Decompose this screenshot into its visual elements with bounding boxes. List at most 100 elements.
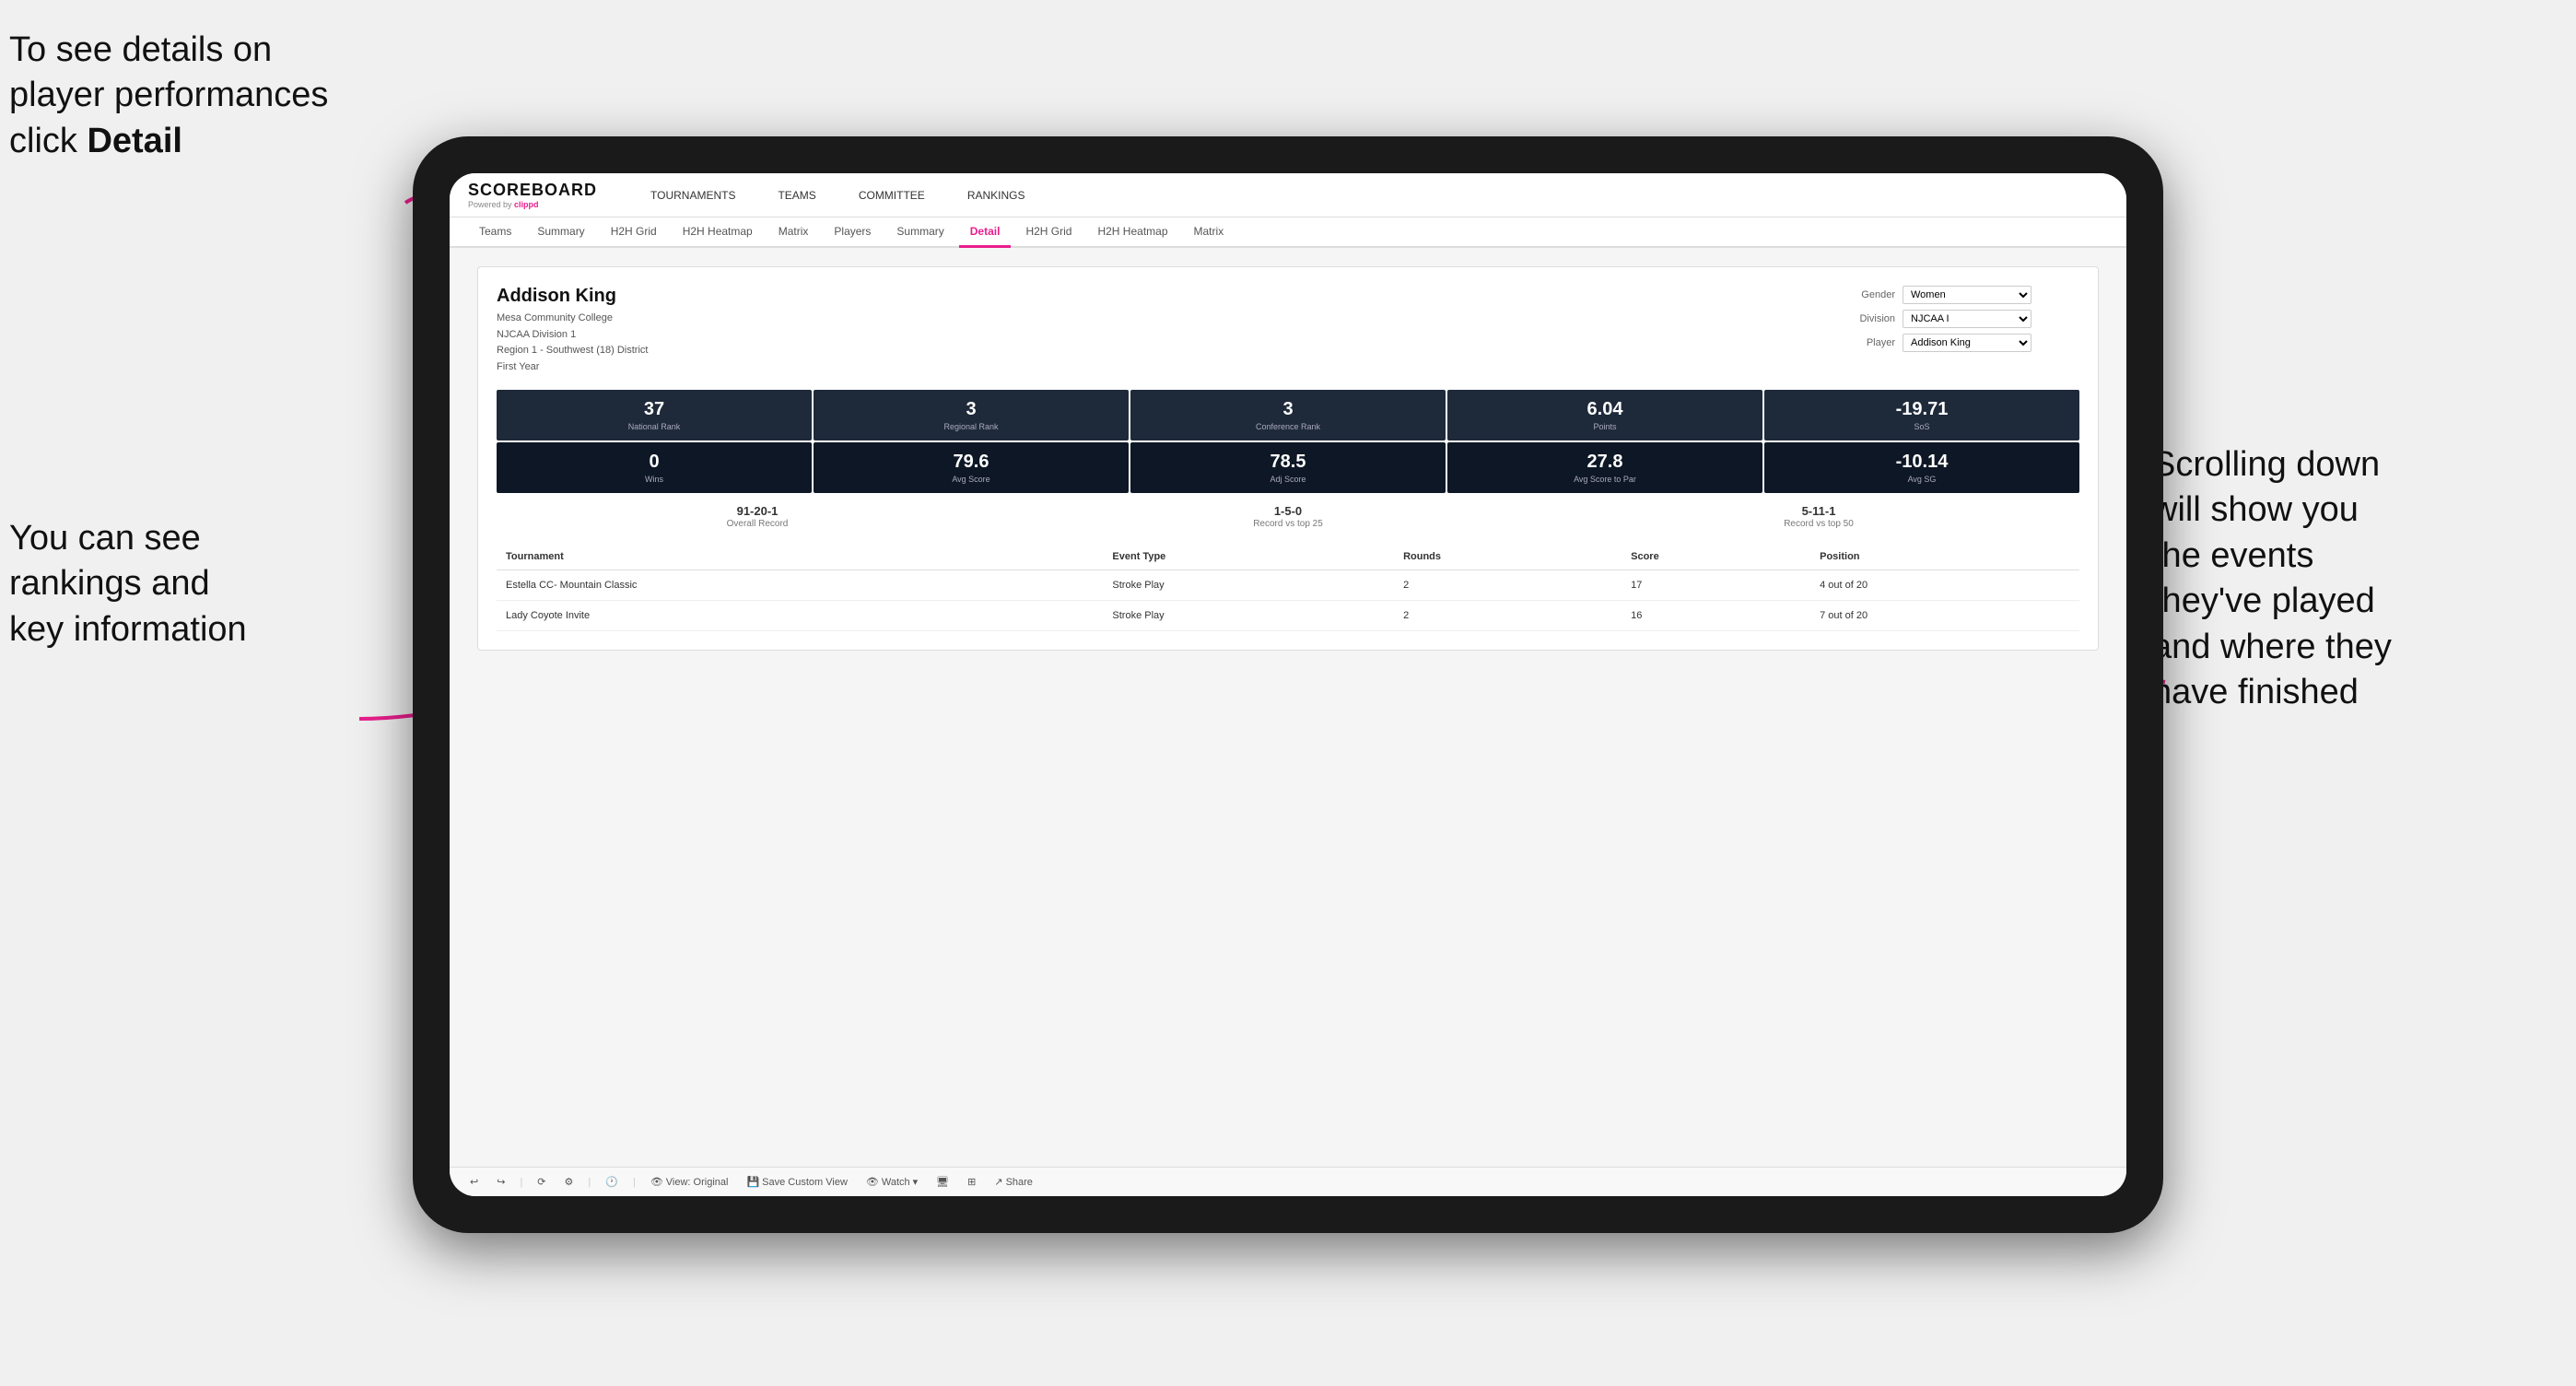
redo-button[interactable]: ↪ <box>491 1173 510 1191</box>
row1-rounds: 2 <box>1394 570 1622 601</box>
player-info: Addison King Mesa Community College NJCA… <box>497 286 648 375</box>
watch-button[interactable]: 👁 Watch ▾ <box>861 1173 923 1191</box>
row2-rounds: 2 <box>1394 601 1622 631</box>
tab-players[interactable]: Players <box>823 217 882 248</box>
row1-tournament: Estella CC- Mountain Classic <box>497 570 1103 601</box>
stat-points: 6.04 Points <box>1447 390 1762 440</box>
toolbar-sep1: | <box>520 1177 522 1188</box>
table-row[interactable]: Estella CC- Mountain Classic Stroke Play… <box>497 570 2079 601</box>
annot-tl-line3-pre: click <box>9 122 87 160</box>
annot-r-line4: they've played <box>2152 581 2375 620</box>
stat-adj-score-value: 78.5 <box>1138 452 1438 473</box>
tab-matrix2[interactable]: Matrix <box>1183 217 1235 248</box>
division-label: Division <box>1840 313 1895 324</box>
sub-nav: Teams Summary H2H Grid H2H Heatmap Matri… <box>450 217 2126 248</box>
gender-label: Gender <box>1840 289 1895 300</box>
nav-tournaments[interactable]: TOURNAMENTS <box>643 185 743 206</box>
annot-bl-line2: rankings and <box>9 564 210 603</box>
clock-button[interactable]: 🕐 <box>600 1173 624 1191</box>
logo-clippd: clippd <box>514 200 539 209</box>
table-row[interactable]: Lady Coyote Invite Stroke Play 2 16 7 ou… <box>497 601 2079 631</box>
player-select[interactable]: Addison King <box>1903 334 2032 352</box>
undo-button[interactable]: ↩ <box>464 1173 484 1191</box>
annot-bl-line1: You can see <box>9 519 201 558</box>
app-container: SCOREBOARD Powered by clippd TOURNAMENTS… <box>450 173 2126 1196</box>
tab-teams[interactable]: Teams <box>468 217 522 248</box>
row1-event-type: Stroke Play <box>1103 570 1394 601</box>
division-control: Division NJCAA I <box>1840 310 2079 328</box>
monitor-button[interactable]: 🖥 <box>931 1173 954 1191</box>
stat-avg-par: 27.8 Avg Score to Par <box>1447 442 1762 493</box>
annot-bl-line3: key information <box>9 610 247 649</box>
player-name: Addison King <box>497 286 648 307</box>
stat-sos-value: -19.71 <box>1772 399 2072 420</box>
save-icon: 💾 <box>746 1176 759 1188</box>
col-position: Position <box>1810 544 2079 570</box>
stat-avg-par-label: Avg Score to Par <box>1455 475 1755 484</box>
record-top50: 5-11-1 Record vs top 50 <box>1558 504 2079 529</box>
stat-national-rank: 37 National Rank <box>497 390 812 440</box>
tablet: SCOREBOARD Powered by clippd TOURNAMENTS… <box>413 136 2163 1233</box>
table-body: Estella CC- Mountain Classic Stroke Play… <box>497 570 2079 631</box>
annot-r-line5: and where they <box>2152 628 2392 666</box>
toolbar-sep2: | <box>588 1177 591 1188</box>
save-custom-view-button[interactable]: 💾 Save Custom View <box>741 1173 852 1191</box>
records-row: 91-20-1 Overall Record 1-5-0 Record vs t… <box>497 504 2079 529</box>
annot-r-line2: will show you <box>2152 490 2359 529</box>
share-icon: ↗ <box>994 1176 1002 1188</box>
stat-avg-score-value: 79.6 <box>821 452 1121 473</box>
content-panel: Addison King Mesa Community College NJCA… <box>477 266 2099 651</box>
nav-rankings[interactable]: RANKINGS <box>960 185 1033 206</box>
record-top25: 1-5-0 Record vs top 25 <box>1027 504 1549 529</box>
tab-matrix[interactable]: Matrix <box>767 217 820 248</box>
row2-event-type: Stroke Play <box>1103 601 1394 631</box>
annot-r-line1: Scrolling down <box>2152 445 2380 484</box>
stat-sos: -19.71 SoS <box>1764 390 2079 440</box>
gender-control: Gender Women <box>1840 286 2079 304</box>
stat-avg-sg-value: -10.14 <box>1772 452 2072 473</box>
main-content[interactable]: Addison King Mesa Community College NJCA… <box>450 248 2126 1167</box>
settings-button[interactable]: ⚙ <box>559 1173 580 1191</box>
share-label: Share <box>1006 1177 1033 1188</box>
stat-wins: 0 Wins <box>497 442 812 493</box>
watch-icon: 👁 <box>866 1176 879 1188</box>
tab-summary2[interactable]: Summary <box>885 217 954 248</box>
player-college: Mesa Community College <box>497 312 613 323</box>
logo-powered: Powered by clippd <box>468 200 597 209</box>
tab-h2h-grid2[interactable]: H2H Grid <box>1014 217 1083 248</box>
nav-committee[interactable]: COMMITTEE <box>851 185 932 206</box>
tab-h2h-heatmap[interactable]: H2H Heatmap <box>672 217 764 248</box>
stat-national-rank-value: 37 <box>504 399 804 420</box>
record-top50-value: 5-11-1 <box>1558 504 2079 518</box>
player-year: First Year <box>497 361 539 372</box>
stat-sos-label: SoS <box>1772 422 2072 431</box>
view-original-button[interactable]: 👁 View: Original <box>645 1173 734 1191</box>
annot-tl-line2: player performances <box>9 76 328 114</box>
player-region: Region 1 - Southwest (18) District <box>497 345 648 356</box>
col-score: Score <box>1622 544 1810 570</box>
stat-avg-score-label: Avg Score <box>821 475 1121 484</box>
stat-avg-sg-label: Avg SG <box>1772 475 2072 484</box>
stat-regional-rank: 3 Regional Rank <box>814 390 1129 440</box>
share-button[interactable]: ↗ Share <box>989 1173 1038 1191</box>
tab-h2h-grid[interactable]: H2H Grid <box>600 217 668 248</box>
stat-conference-rank: 3 Conference Rank <box>1130 390 1446 440</box>
annot-tl-detail: Detail <box>87 122 181 160</box>
gender-select[interactable]: Women <box>1903 286 2032 304</box>
tab-detail[interactable]: Detail <box>959 217 1012 248</box>
annotation-right: Scrolling down will show you the events … <box>2152 442 2567 715</box>
refresh-button[interactable]: ⟳ <box>532 1173 551 1191</box>
tab-summary[interactable]: Summary <box>526 217 595 248</box>
record-overall: 91-20-1 Overall Record <box>497 504 1018 529</box>
watch-chevron: ▾ <box>913 1176 919 1188</box>
player-division: NJCAA Division 1 <box>497 329 576 340</box>
stat-avg-score: 79.6 Avg Score <box>814 442 1129 493</box>
tablet-screen: SCOREBOARD Powered by clippd TOURNAMENTS… <box>450 173 2126 1196</box>
logo-scoreboard: SCOREBOARD <box>468 181 597 200</box>
division-select[interactable]: NJCAA I <box>1903 310 2032 328</box>
row2-score: 16 <box>1622 601 1810 631</box>
annot-r-line3: the events <box>2152 536 2313 575</box>
tab-h2h-heatmap2[interactable]: H2H Heatmap <box>1086 217 1178 248</box>
nav-teams[interactable]: TEAMS <box>770 185 823 206</box>
grid-button[interactable]: ⊞ <box>962 1173 981 1191</box>
